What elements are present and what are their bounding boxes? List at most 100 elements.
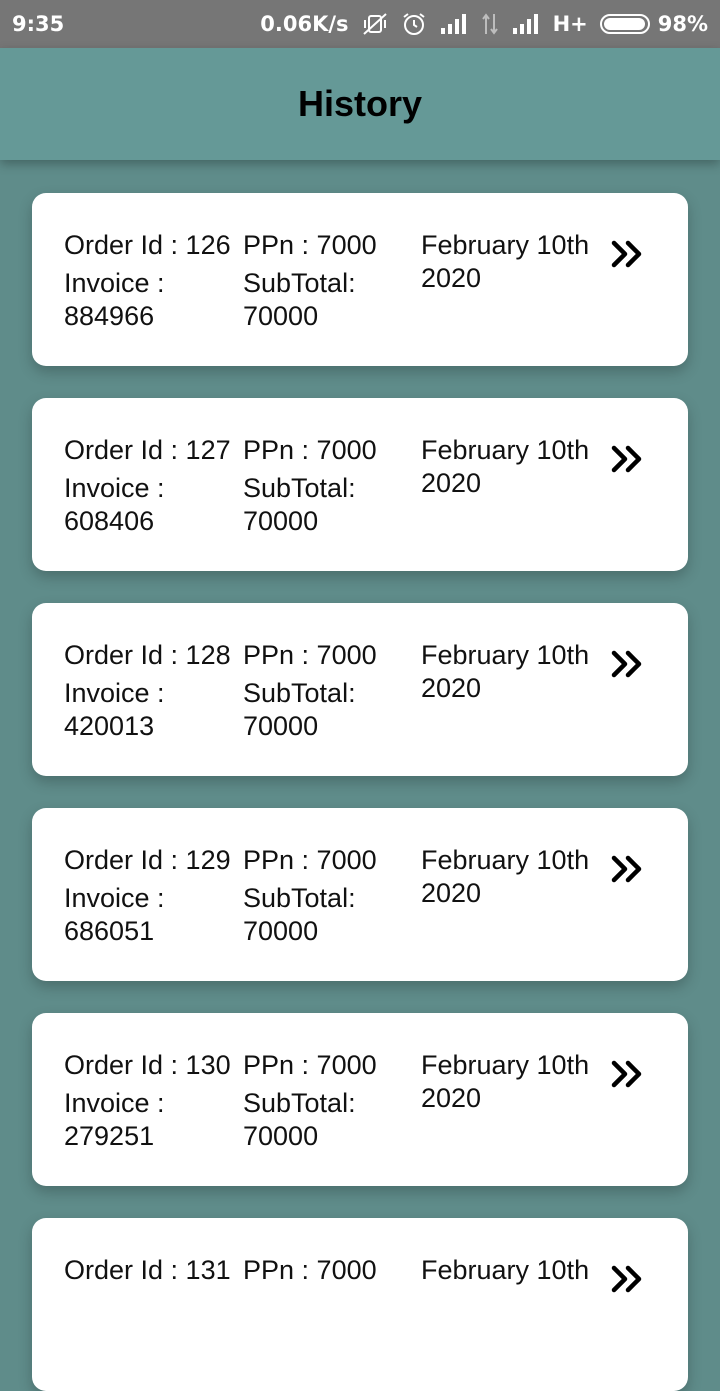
order-id-label: Order Id : (64, 640, 186, 670)
status-icons: 0.06K/s H+ 98% (260, 11, 708, 37)
invoice-label: Invoice : (64, 678, 165, 708)
order-card[interactable]: Order Id : 126 Invoice : 884966 PPn : 70… (32, 193, 688, 366)
ppn-line: PPn : 7000 (243, 1254, 413, 1287)
date-column: February 10th (421, 1254, 611, 1287)
ppn-value: 7000 (316, 1255, 377, 1285)
subtotal-label: SubTotal: (243, 678, 356, 708)
subtotal-label: SubTotal: (243, 268, 356, 298)
alarm-icon (401, 11, 427, 37)
order-card[interactable]: Order Id : 127 Invoice : 608406 PPn : 70… (32, 398, 688, 571)
order-date: February 10th (421, 435, 590, 465)
invoice-label: Invoice : (64, 883, 165, 913)
double-chevron-right-icon[interactable] (610, 444, 646, 474)
subtotal-value: 70000 (243, 301, 319, 331)
ppn-label: PPn : (243, 230, 317, 260)
order-year: 2020 (421, 878, 482, 908)
battery-percent: 98% (657, 12, 708, 36)
ppn-line: PPn : 7000 (243, 1049, 413, 1082)
battery-icon (599, 14, 650, 34)
ppn-subtotal-column: PPn : 7000 (243, 1254, 413, 1287)
order-id-invoice-column: Order Id : 126 Invoice : 884966 (64, 229, 240, 333)
double-chevron-right-icon[interactable] (610, 854, 646, 884)
data-transfer-icon (481, 12, 499, 36)
status-time: 9:35 (12, 12, 65, 36)
double-chevron-right-icon[interactable] (610, 1059, 646, 1089)
ppn-subtotal-column: PPn : 7000 SubTotal: 70000 (243, 434, 413, 538)
order-id-invoice-column: Order Id : 128 Invoice : 420013 (64, 639, 240, 743)
order-date: February 10th (421, 1255, 590, 1285)
order-id-value: 131 (185, 1255, 231, 1285)
invoice-value: 884966 (64, 301, 155, 331)
order-id-line: Order Id : 130 (64, 1049, 240, 1082)
date-column: February 10th 2020 (421, 844, 611, 910)
status-bar: 9:35 0.06K/s H+ 98% (0, 0, 720, 48)
signal-icon (511, 12, 541, 36)
order-id-invoice-column: Order Id : 129 Invoice : 686051 (64, 844, 240, 948)
order-id-line: Order Id : 126 (64, 229, 240, 262)
ppn-value: 7000 (316, 435, 377, 465)
ppn-value: 7000 (316, 640, 377, 670)
ppn-line: PPn : 7000 (243, 229, 413, 262)
date-column: February 10th 2020 (421, 229, 611, 295)
double-chevron-right-icon[interactable] (610, 239, 646, 269)
subtotal-label: SubTotal: (243, 883, 356, 913)
vibrate-off-icon (361, 11, 389, 37)
double-chevron-right-icon[interactable] (610, 649, 646, 679)
order-id-label: Order Id : (64, 435, 186, 465)
network-type: H+ (552, 12, 588, 36)
ppn-subtotal-column: PPn : 7000 SubTotal: 70000 (243, 229, 413, 333)
signal-icon (439, 12, 469, 36)
order-year: 2020 (421, 673, 482, 703)
order-card[interactable]: Order Id : 131 PPn : 7000 February 10th (32, 1218, 688, 1391)
ppn-label: PPn : (243, 845, 317, 875)
date-column: February 10th 2020 (421, 434, 611, 500)
order-id-label: Order Id : (64, 1050, 186, 1080)
order-id-value: 126 (185, 230, 231, 260)
battery-level (603, 18, 645, 30)
order-date: February 10th (421, 845, 590, 875)
order-year: 2020 (421, 1083, 482, 1113)
invoice-value: 279251 (64, 1121, 155, 1151)
order-date: February 10th (421, 1050, 590, 1080)
order-year: 2020 (421, 263, 482, 293)
date-column: February 10th 2020 (421, 639, 611, 705)
order-id-value: 127 (185, 435, 231, 465)
subtotal-value: 70000 (243, 916, 319, 946)
ppn-subtotal-column: PPn : 7000 SubTotal: 70000 (243, 844, 413, 948)
order-id-label: Order Id : (64, 230, 186, 260)
double-chevron-right-icon[interactable] (610, 1264, 646, 1294)
order-id-label: Order Id : (64, 845, 186, 875)
order-date: February 10th (421, 640, 590, 670)
order-card[interactable]: Order Id : 130 Invoice : 279251 PPn : 70… (32, 1013, 688, 1186)
order-year: 2020 (421, 468, 482, 498)
subtotal-label: SubTotal: (243, 1088, 356, 1118)
ppn-subtotal-column: PPn : 7000 SubTotal: 70000 (243, 639, 413, 743)
invoice-label: Invoice : (64, 268, 165, 298)
ppn-line: PPn : 7000 (243, 844, 413, 877)
ppn-subtotal-column: PPn : 7000 SubTotal: 70000 (243, 1049, 413, 1153)
subtotal-value: 70000 (243, 1121, 319, 1151)
ppn-value: 7000 (316, 845, 377, 875)
invoice-label: Invoice : (64, 1088, 165, 1118)
order-date: February 10th (421, 230, 590, 260)
order-card[interactable]: Order Id : 129 Invoice : 686051 PPn : 70… (32, 808, 688, 981)
order-id-label: Order Id : (64, 1255, 186, 1285)
subtotal-label: SubTotal: (243, 473, 356, 503)
ppn-line: PPn : 7000 (243, 639, 413, 672)
app-bar: History (0, 48, 720, 160)
order-id-value: 130 (185, 1050, 231, 1080)
network-speed: 0.06K/s (260, 12, 349, 36)
ppn-label: PPn : (243, 435, 317, 465)
invoice-value: 420013 (64, 711, 155, 741)
ppn-label: PPn : (243, 1255, 317, 1285)
subtotal-value: 70000 (243, 711, 319, 741)
order-id-value: 129 (185, 845, 231, 875)
ppn-label: PPn : (243, 1050, 317, 1080)
order-id-invoice-column: Order Id : 127 Invoice : 608406 (64, 434, 240, 538)
order-id-line: Order Id : 128 (64, 639, 240, 672)
ppn-label: PPn : (243, 640, 317, 670)
page-title: History (297, 83, 423, 124)
ppn-value: 7000 (316, 1050, 377, 1080)
invoice-value: 608406 (64, 506, 155, 536)
order-card[interactable]: Order Id : 128 Invoice : 420013 PPn : 70… (32, 603, 688, 776)
